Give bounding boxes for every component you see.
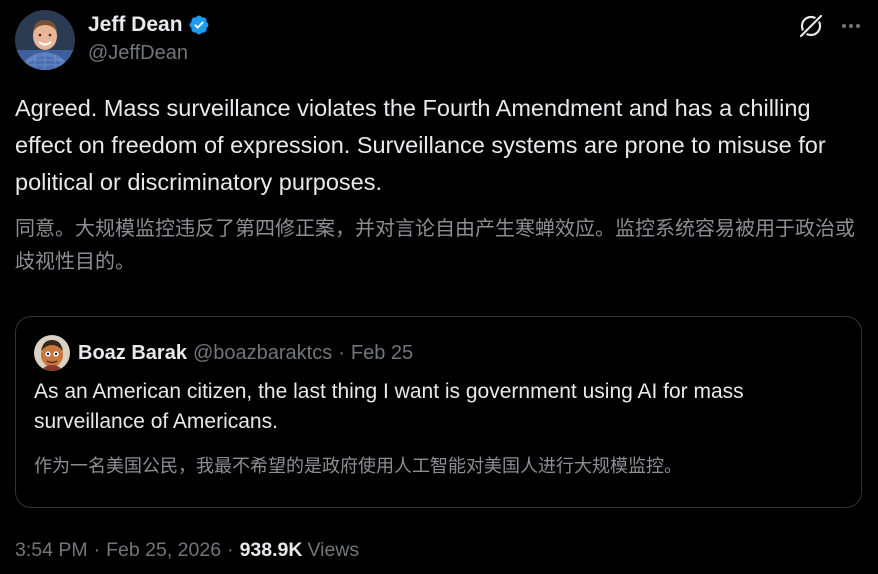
tweet-header: Jeff Dean @JeffDean (15, 10, 863, 70)
author-avatar[interactable] (15, 10, 75, 70)
tweet-time[interactable]: 3:54 PM (15, 539, 88, 562)
views-count: 938.9K (239, 538, 303, 561)
tweet-metadata: 3:54 PM · Feb 25, 2026 · 938.9K Views (15, 535, 359, 565)
views-label: Views (307, 538, 360, 561)
quoted-tweet-translation: 作为一名美国公民，我最不希望的是政府使用人工智能对美国人进行大规模监控。 (34, 456, 682, 476)
meta-separator: · (227, 538, 234, 561)
header-actions (797, 12, 863, 40)
quoted-author-avatar[interactable] (34, 335, 70, 371)
quoted-date[interactable]: Feb 25 (351, 342, 413, 365)
verified-badge-icon[interactable] (188, 14, 210, 36)
author-handle[interactable]: @JeffDean (88, 42, 210, 65)
tweet-text: Agreed. Mass surveillance violates the F… (15, 95, 826, 195)
quoted-separator: · (338, 341, 345, 364)
author-info: Jeff Dean @JeffDean (88, 12, 210, 65)
grok-icon[interactable] (797, 12, 825, 40)
more-icon[interactable] (839, 14, 863, 38)
tweet-translation: 同意。大规模监控违反了第四修正案，并对言论自由产生寒蝉效应。监控系统容易被用于政… (15, 218, 855, 273)
meta-separator: · (93, 538, 101, 561)
author-name-row: Jeff Dean (88, 12, 210, 38)
avatar-image (15, 10, 75, 70)
quoted-tweet-header: Boaz Barak @boazbaraktcs · Feb 25 (34, 335, 413, 371)
quoted-avatar-image (34, 335, 70, 371)
tweet-date[interactable]: Feb 25, 2026 (106, 539, 221, 562)
quoted-author-display-name[interactable]: Boaz Barak (78, 342, 187, 365)
quoted-author-handle[interactable]: @boazbaraktcs (193, 342, 332, 365)
quoted-tweet-text: As an American citizen, the last thing I… (34, 380, 744, 433)
author-display-name[interactable]: Jeff Dean (88, 13, 183, 37)
quoted-tweet-card[interactable]: Boaz Barak @boazbaraktcs · Feb 25 As an … (15, 316, 862, 508)
